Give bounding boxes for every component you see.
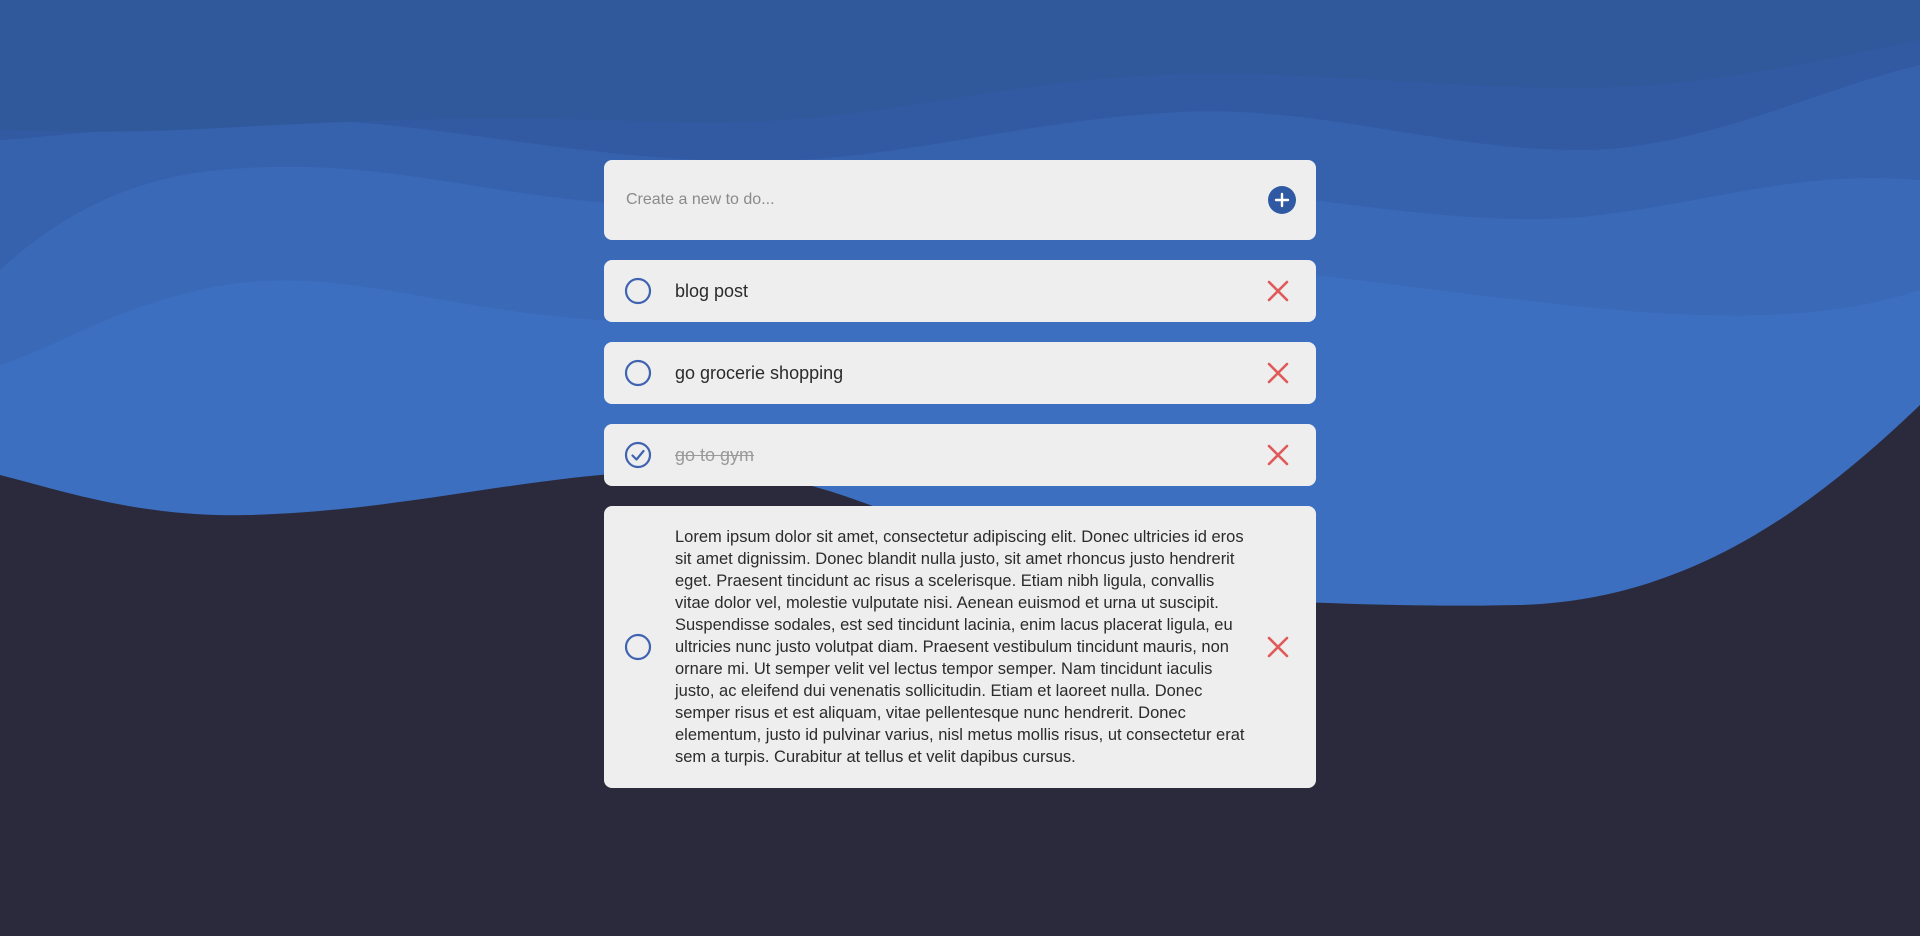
close-icon[interactable] (1264, 441, 1292, 469)
new-todo-bar (604, 160, 1316, 240)
circle-icon[interactable] (624, 359, 652, 387)
circle-icon[interactable] (624, 277, 652, 305)
todo-item: blog post (604, 260, 1316, 322)
circle-icon[interactable] (624, 633, 652, 661)
close-icon[interactable] (1264, 277, 1292, 305)
new-todo-input[interactable] (624, 190, 1268, 210)
check-circle-icon[interactable] (624, 441, 652, 469)
todo-text: blog post (675, 281, 749, 301)
todo-item-completed: go to gym (604, 424, 1316, 486)
todo-item: go grocerie shopping (604, 342, 1316, 404)
todo-app: blog post go grocerie shopping go to (604, 160, 1316, 808)
todo-item: Lorem ipsum dolor sit amet, consectetur … (604, 506, 1316, 788)
plus-circle-icon[interactable] (1268, 186, 1296, 214)
todo-text: go grocerie shopping (675, 363, 844, 383)
todo-text: go to gym (675, 445, 755, 465)
close-icon[interactable] (1264, 359, 1292, 387)
todo-text: Lorem ipsum dolor sit amet, consectetur … (675, 528, 1245, 766)
close-icon[interactable] (1264, 633, 1292, 661)
